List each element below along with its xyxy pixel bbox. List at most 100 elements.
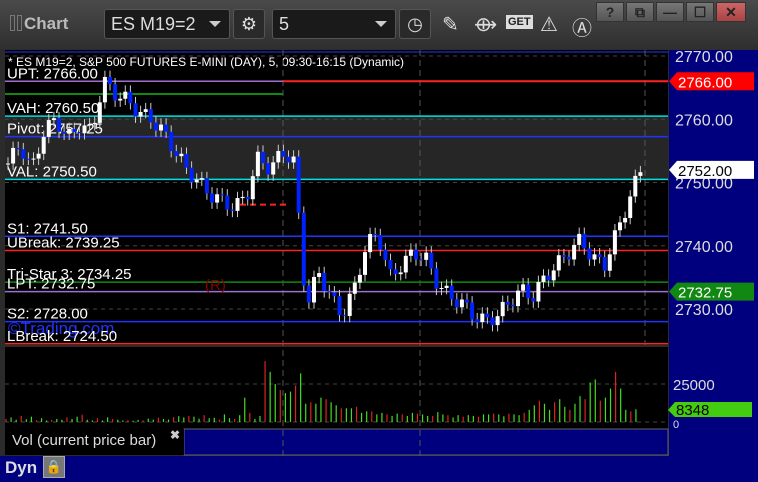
candle-body [592, 254, 597, 260]
candle-body [62, 131, 67, 134]
candle-body [536, 281, 541, 302]
close-pane-icon[interactable]: ✖ [170, 428, 180, 442]
volume-tag-label: 8348 [676, 402, 709, 419]
candle-body [618, 222, 622, 231]
candle-body [352, 282, 357, 294]
y-tick-label: 2730.00 [675, 302, 733, 319]
price-chart[interactable]: * ES M19=2, S&P 500 FUTURES E-MINI (DAY)… [0, 50, 758, 456]
candle-body [561, 255, 566, 257]
draw-pencil-icon[interactable]: ✎ [442, 12, 459, 37]
drag-grip-icon[interactable] [10, 15, 15, 31]
maximize-button[interactable]: ☐ [686, 2, 714, 22]
minimize-button[interactable]: — [656, 2, 684, 22]
candle-body [526, 284, 531, 299]
candle-body [429, 252, 434, 269]
candle-body [434, 268, 439, 289]
candle-body [210, 193, 214, 203]
candle-body [255, 151, 260, 177]
price-tag-label: 2732.75 [678, 285, 732, 302]
candle-body [475, 319, 480, 323]
candle-body [169, 131, 174, 152]
close-button[interactable]: ✕ [716, 2, 746, 22]
candle-body [143, 109, 148, 112]
get-data-button[interactable]: GET [506, 15, 533, 29]
candle-body [82, 125, 87, 134]
volume-tick-label: 25000 [673, 377, 715, 394]
account-icon[interactable]: Ⓐ [572, 12, 592, 41]
lock-icon[interactable]: 🔒 [43, 456, 65, 478]
candle-body [204, 178, 209, 194]
candle-body [286, 156, 291, 163]
indicator-icon[interactable]: ⟴ [474, 12, 497, 37]
candle-body [414, 249, 418, 260]
candle-body [577, 233, 582, 245]
candle-body [133, 103, 138, 117]
candle-body [118, 98, 123, 101]
candle-body [373, 234, 378, 236]
candle-body [184, 153, 189, 168]
level-label: Pivot: 2757.25 [7, 121, 103, 138]
r-marker: (R) [205, 277, 226, 294]
dynamic-button[interactable]: Dyn [5, 458, 37, 478]
candle-body [245, 196, 250, 200]
y-tick-label: 2770.00 [675, 50, 733, 66]
candle-body [505, 301, 510, 305]
candle-body [276, 151, 281, 163]
candle-body [567, 256, 571, 260]
candle-body [296, 156, 301, 213]
interval-dropdown[interactable]: 5 [272, 9, 396, 39]
help-button[interactable]: ? [596, 2, 624, 22]
candle-body [398, 272, 403, 275]
restore-menu-button[interactable]: ⧉ [626, 2, 654, 22]
candle-body [113, 84, 118, 101]
candle-body [261, 151, 265, 164]
candle-body [408, 249, 413, 256]
drag-grip-icon[interactable] [17, 15, 22, 31]
candle-body [36, 153, 41, 159]
candle-body [199, 178, 204, 180]
candle-body [378, 235, 383, 250]
candle-body [301, 212, 306, 286]
window-title-text: Chart [24, 14, 69, 33]
clock-button[interactable]: ◷ [399, 9, 431, 39]
alert-icon[interactable]: ⚠ [540, 12, 558, 37]
candle-body [393, 269, 398, 275]
candle-body [322, 273, 327, 292]
interval-value: 5 [279, 14, 290, 34]
candle-body [46, 120, 51, 137]
candle-body [572, 244, 577, 260]
candle-body [556, 255, 561, 271]
candle-body [21, 149, 26, 159]
candle-body [439, 287, 444, 289]
candle-body [516, 290, 520, 307]
candle-body [97, 102, 102, 123]
candle-body [424, 252, 429, 260]
level-label: S2: 2728.00 [7, 306, 88, 323]
level-label: VAH: 2760.50 [7, 100, 99, 117]
candle-body [271, 162, 276, 175]
candle-body [363, 252, 367, 275]
candle-body [240, 196, 245, 199]
symbol-dropdown[interactable]: ES M19=2 [104, 9, 230, 39]
candle-body [159, 124, 163, 131]
candle-body [179, 153, 184, 157]
candle-body [291, 156, 296, 163]
y-tick-label: 2740.00 [675, 239, 733, 256]
candle-body [31, 158, 36, 160]
chevron-down-icon [375, 21, 387, 27]
volume-pane-label: Vol (current price bar) [12, 432, 157, 449]
candle-body [312, 276, 316, 303]
candle-body [388, 259, 393, 270]
candle-body [11, 147, 16, 164]
candle-body [485, 313, 490, 318]
candle-body [612, 230, 617, 255]
settings-gear-button[interactable]: ⚙ [233, 9, 265, 39]
candle-body [148, 109, 153, 123]
candle-body [189, 167, 194, 183]
candle-body [266, 163, 271, 175]
candle-body [194, 179, 199, 183]
candle-body [220, 194, 225, 196]
candle-body [215, 194, 220, 203]
candle-body [225, 195, 230, 210]
candle-body [138, 111, 143, 117]
